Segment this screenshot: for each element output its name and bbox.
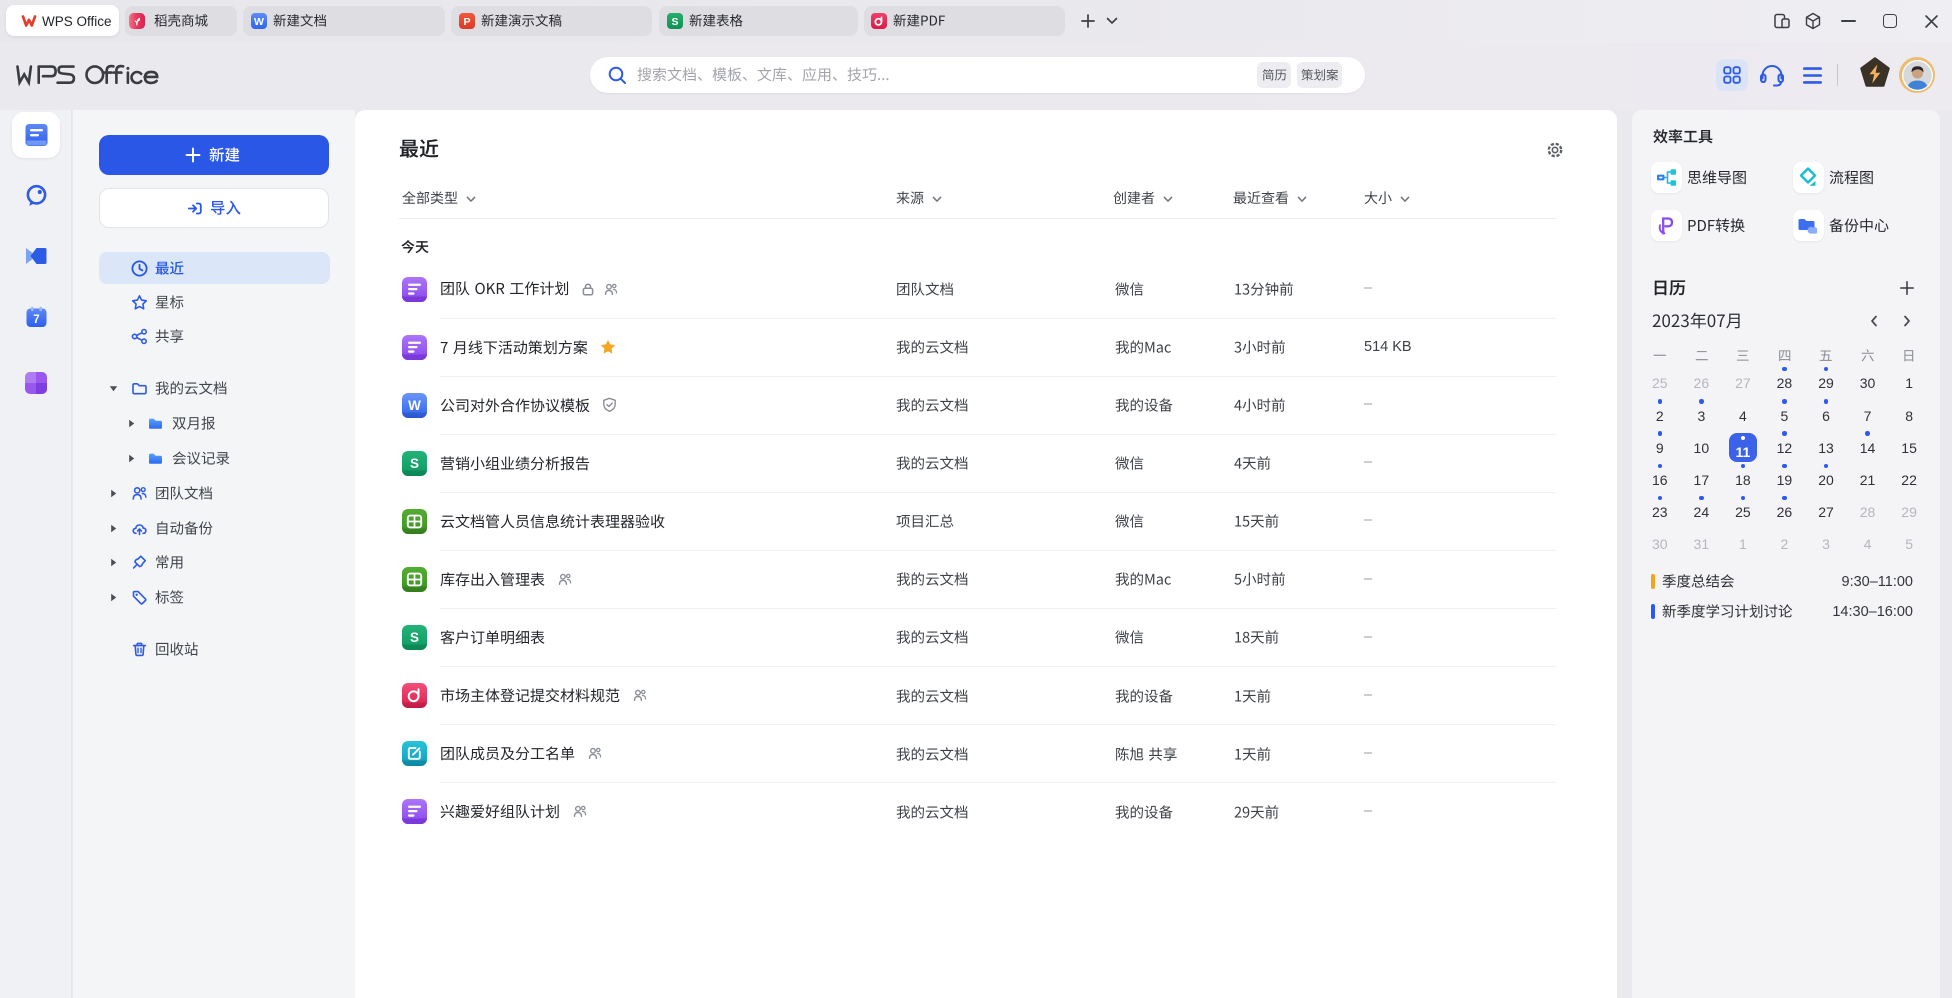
svg-text:W: W: [254, 16, 264, 28]
svg-text:S: S: [410, 630, 419, 645]
svg-text:S: S: [410, 456, 419, 471]
svg-text:7: 7: [33, 314, 39, 326]
svg-text:W: W: [408, 398, 421, 413]
svg-text:S: S: [671, 16, 678, 28]
svg-text:P: P: [463, 16, 470, 28]
